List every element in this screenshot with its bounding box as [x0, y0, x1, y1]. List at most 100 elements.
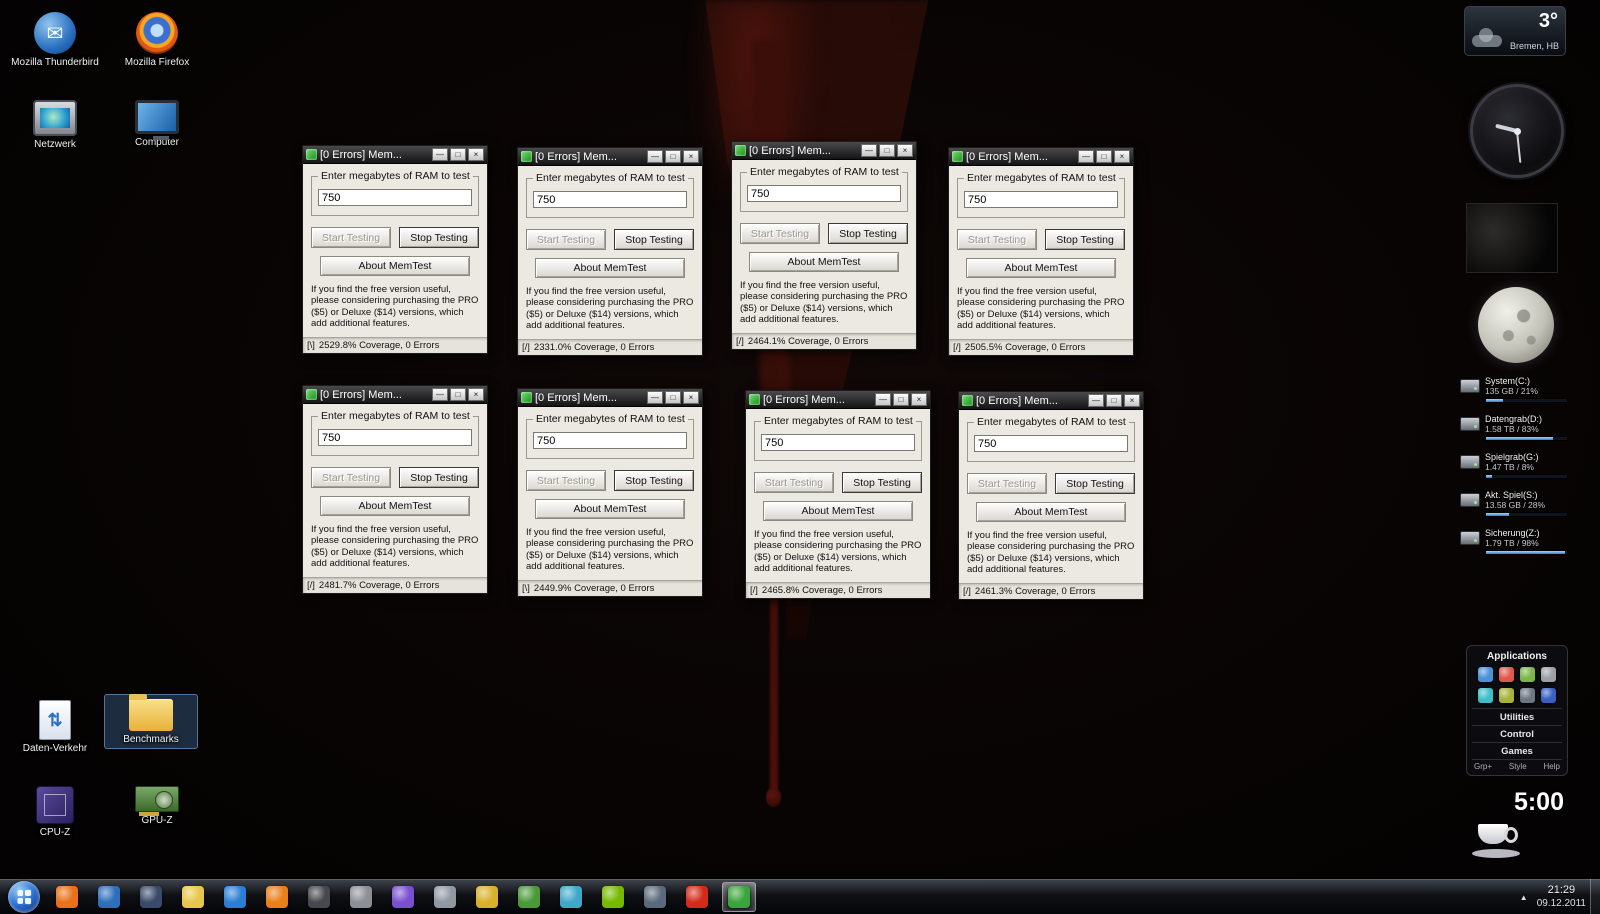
memtest-titlebar[interactable]: [0 Errors] Mem... — □ × — [959, 392, 1143, 410]
tray-expand-icon[interactable]: ▲ — [1520, 893, 1528, 902]
app-red-icon[interactable] — [1499, 667, 1514, 682]
drive-meter-row[interactable]: Sicherung(Z:) 1.79 TB / 98% — [1460, 528, 1568, 556]
desktop-icon[interactable]: GPU-Z — [110, 782, 204, 829]
start-testing-button[interactable]: Start Testing — [957, 229, 1037, 250]
app-footer-grp[interactable]: Grp+ — [1474, 762, 1492, 771]
start-button[interactable] — [8, 881, 40, 913]
maximize-button[interactable]: □ — [665, 150, 681, 163]
close-button[interactable]: × — [683, 150, 699, 163]
desktop-icon[interactable]: Daten-Verkehr — [8, 696, 102, 757]
app-section-games[interactable]: Games — [1472, 742, 1562, 759]
memtest-titlebar[interactable]: [0 Errors] Mem... — □ × — [746, 391, 930, 409]
tea-timer-gadget[interactable]: 5:00 — [1468, 788, 1568, 858]
drive-meter-row[interactable]: Spielgrab(G:) 1.47 TB / 8% — [1460, 452, 1568, 480]
analog-clock-gadget[interactable] — [1470, 84, 1564, 178]
close-button[interactable]: × — [468, 388, 484, 401]
memtest-titlebar[interactable]: [0 Errors] Mem... — □ × — [949, 148, 1133, 166]
minimize-button[interactable]: — — [1078, 150, 1094, 163]
taskbar-icon-screenshot[interactable] — [554, 882, 588, 912]
ram-input[interactable] — [974, 435, 1128, 452]
about-memtest-button[interactable]: About MemTest — [966, 258, 1116, 278]
stop-testing-button[interactable]: Stop Testing — [842, 472, 922, 493]
stop-testing-button[interactable]: Stop Testing — [1055, 473, 1135, 494]
desktop-icon[interactable]: Benchmarks — [104, 694, 198, 749]
taskbar-icon-nvidia[interactable] — [596, 882, 630, 912]
taskbar-icon-remote-desktop[interactable] — [638, 882, 672, 912]
memtest-titlebar[interactable]: [0 Errors] Mem... — □ × — [518, 148, 702, 166]
show-desktop-button[interactable] — [1590, 879, 1600, 914]
taskbar-icon-opera[interactable] — [680, 882, 714, 912]
stop-testing-button[interactable]: Stop Testing — [399, 467, 479, 488]
taskbar-icon-app-dark[interactable] — [302, 882, 336, 912]
drive-meter-row[interactable]: System(C:) 135 GB / 21% — [1460, 376, 1568, 404]
desktop-icon[interactable]: CPU-Z — [8, 782, 102, 841]
ram-input[interactable] — [318, 189, 472, 206]
app-slate-icon[interactable] — [1520, 688, 1535, 703]
taskbar-icon-app-yellow[interactable] — [470, 882, 504, 912]
taskbar-icon-media-player[interactable] — [218, 882, 252, 912]
app-footer-help[interactable]: Help — [1544, 762, 1560, 771]
memtest-titlebar[interactable]: [0 Errors] Mem... — □ × — [303, 146, 487, 164]
taskbar-icon-memtest[interactable] — [722, 882, 756, 912]
taskbar-icon-messenger[interactable] — [134, 882, 168, 912]
app-navy-icon[interactable] — [1541, 688, 1556, 703]
maximize-button[interactable]: □ — [450, 388, 466, 401]
stop-testing-button[interactable]: Stop Testing — [614, 229, 694, 250]
close-button[interactable]: × — [683, 391, 699, 404]
app-gray-icon[interactable] — [1541, 667, 1556, 682]
maximize-button[interactable]: □ — [893, 393, 909, 406]
stop-testing-button[interactable]: Stop Testing — [828, 223, 908, 244]
start-testing-button[interactable]: Start Testing — [311, 227, 391, 248]
close-button[interactable]: × — [897, 144, 913, 157]
about-memtest-button[interactable]: About MemTest — [763, 501, 913, 521]
about-memtest-button[interactable]: About MemTest — [535, 499, 685, 519]
maximize-button[interactable]: □ — [1106, 394, 1122, 407]
close-button[interactable]: × — [468, 148, 484, 161]
minimize-button[interactable]: — — [1088, 394, 1104, 407]
moon-phase-gadget[interactable] — [1478, 287, 1554, 363]
taskbar-icon-app-cat[interactable] — [344, 882, 378, 912]
maximize-button[interactable]: □ — [665, 391, 681, 404]
drive-meter-row[interactable]: Akt. Spiel(S:) 13.58 GB / 28% — [1460, 490, 1568, 518]
taskbar-icon-vlc[interactable] — [260, 882, 294, 912]
memtest-titlebar[interactable]: [0 Errors] Mem... — □ × — [303, 386, 487, 404]
maximize-button[interactable]: □ — [450, 148, 466, 161]
start-testing-button[interactable]: Start Testing — [311, 467, 391, 488]
app-section-utilities[interactable]: Utilities — [1472, 708, 1562, 725]
desktop-icon[interactable]: Computer — [110, 96, 204, 151]
desktop-icon[interactable]: Netzwerk — [8, 96, 102, 153]
about-memtest-button[interactable]: About MemTest — [320, 256, 470, 276]
minimize-button[interactable]: — — [875, 393, 891, 406]
about-memtest-button[interactable]: About MemTest — [535, 258, 685, 278]
desktop-icon[interactable]: Mozilla Firefox — [110, 8, 204, 71]
desktop-icon[interactable]: Mozilla Thunderbird — [8, 8, 102, 71]
stop-testing-button[interactable]: Stop Testing — [399, 227, 479, 248]
close-button[interactable]: × — [1124, 394, 1140, 407]
minimize-button[interactable]: — — [647, 150, 663, 163]
start-testing-button[interactable]: Start Testing — [526, 470, 606, 491]
close-button[interactable]: × — [1114, 150, 1130, 163]
app-olive-icon[interactable] — [1499, 688, 1514, 703]
start-testing-button[interactable]: Start Testing — [740, 223, 820, 244]
taskbar-icon-app-green[interactable] — [512, 882, 546, 912]
maximize-button[interactable]: □ — [879, 144, 895, 157]
taskbar-icon-app-purple[interactable] — [386, 882, 420, 912]
ram-input[interactable] — [318, 429, 472, 446]
taskbar-icon-explorer[interactable] — [176, 882, 210, 912]
tray-clock[interactable]: 21:29 09.12.2011 — [1537, 884, 1586, 910]
ram-input[interactable] — [761, 434, 915, 451]
minimize-button[interactable]: — — [647, 391, 663, 404]
drive-meter-row[interactable]: Datengrab(D:) 1.58 TB / 83% — [1460, 414, 1568, 442]
ram-input[interactable] — [533, 191, 687, 208]
about-memtest-button[interactable]: About MemTest — [749, 252, 899, 272]
photo-slideshow-gadget[interactable] — [1466, 203, 1558, 273]
start-testing-button[interactable]: Start Testing — [526, 229, 606, 250]
app-footer-style[interactable]: Style — [1509, 762, 1527, 771]
about-memtest-button[interactable]: About MemTest — [320, 496, 470, 516]
weather-gadget[interactable]: 3° Bremen, HB — [1464, 6, 1566, 56]
memtest-titlebar[interactable]: [0 Errors] Mem... — □ × — [732, 142, 916, 160]
start-testing-button[interactable]: Start Testing — [754, 472, 834, 493]
stop-testing-button[interactable]: Stop Testing — [1045, 229, 1125, 250]
maximize-button[interactable]: □ — [1096, 150, 1112, 163]
minimize-button[interactable]: — — [432, 148, 448, 161]
